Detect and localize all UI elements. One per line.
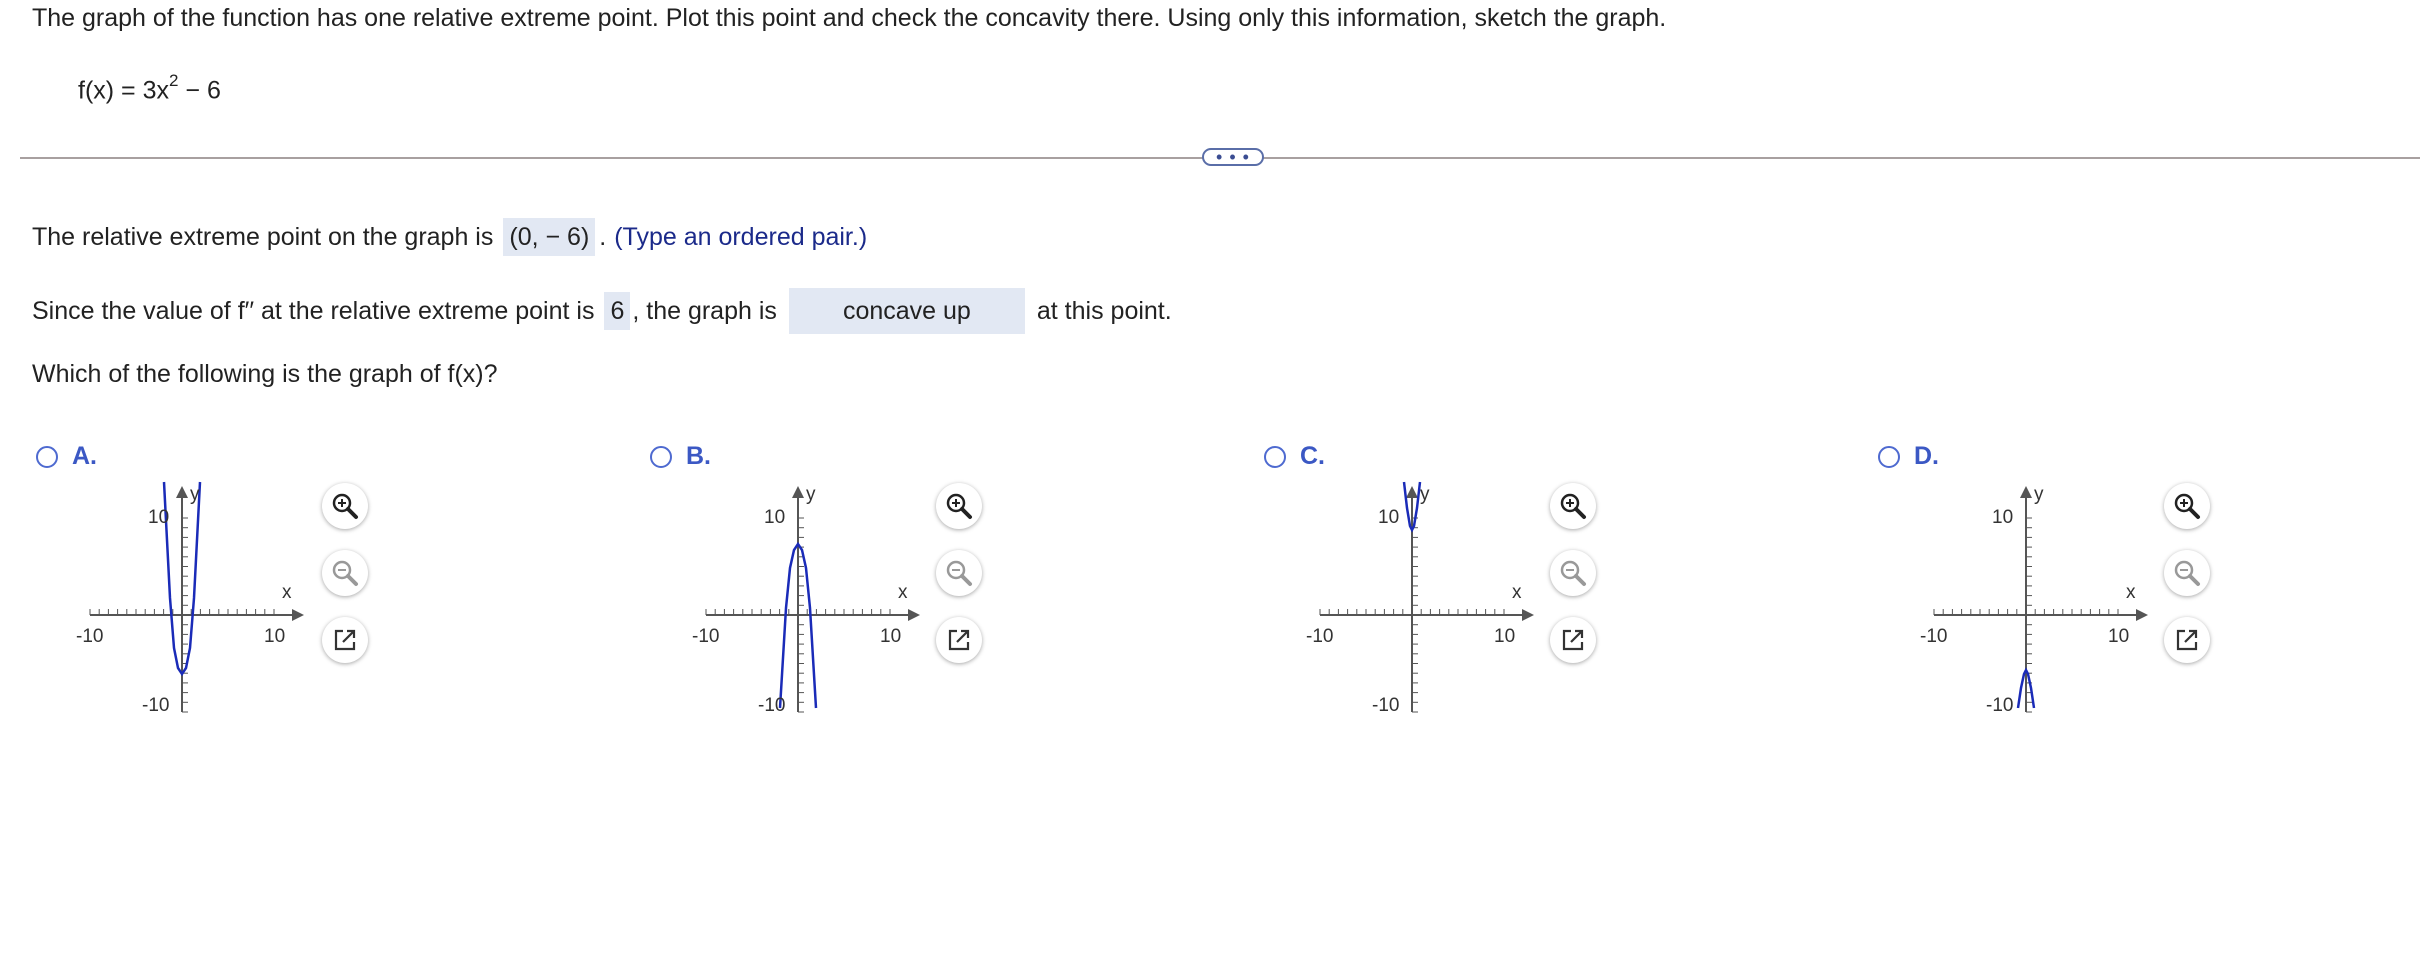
zoom-in-icon — [946, 493, 972, 519]
choice-b-graph: y x 10 -10 -10 10 — [692, 484, 920, 716]
choice-c[interactable]: C. — [1264, 442, 1325, 471]
choice-a-graph: y x 10 -10 -10 10 — [76, 481, 304, 716]
answer1-hint: (Type an ordered pair.) — [614, 222, 868, 251]
choice-b-radio[interactable] — [650, 445, 672, 468]
zoom-in-button-a[interactable] — [322, 483, 368, 529]
choice-d-x-right: 10 — [2108, 626, 2129, 647]
choice-c-x-left: -10 — [1306, 626, 1333, 647]
function-lhs: f(x) = 3x — [78, 76, 169, 105]
zoom-out-icon — [332, 560, 358, 586]
answer-line-concavity: Since the value of f′′ at the relative e… — [32, 288, 1172, 334]
choice-d-radio[interactable] — [1878, 445, 1900, 468]
zoom-in-icon — [2174, 493, 2200, 519]
open-graph-button-c[interactable] — [1550, 617, 1596, 663]
zoom-in-button-d[interactable] — [2164, 483, 2210, 529]
answer2-prefix: Since the value of f′′ at the relative e… — [32, 296, 595, 325]
choice-c-y-ticks — [1412, 517, 1418, 713]
choice-c-radio[interactable] — [1264, 445, 1286, 468]
open-graph-button-d[interactable] — [2164, 617, 2210, 663]
zoom-out-button-b[interactable] — [936, 550, 982, 596]
choice-a-x-right: 10 — [264, 626, 285, 647]
choice-d-x-left: -10 — [1920, 626, 1947, 647]
function-exponent: 2 — [169, 71, 179, 90]
choice-b-letter: B. — [686, 442, 711, 470]
second-derivative-answer-field[interactable]: 6 — [604, 292, 631, 330]
zoom-out-button-a[interactable] — [322, 550, 368, 596]
choice-b[interactable]: B. — [650, 442, 711, 471]
choice-a[interactable]: A. — [36, 442, 97, 471]
zoom-out-icon — [946, 560, 972, 586]
choice-c-y-top: 10 — [1378, 507, 1399, 528]
choice-c-letter: C. — [1300, 442, 1325, 470]
open-in-new-window-icon — [334, 629, 356, 651]
choice-a-x-label: x — [282, 582, 292, 603]
choice-c-x-right: 10 — [1494, 626, 1515, 647]
choice-d-x-label: x — [2126, 582, 2136, 603]
concavity-dropdown[interactable]: concave up — [788, 288, 1025, 334]
choice-d-letter: D. — [1914, 442, 1939, 470]
choice-b-x-ticks — [705, 609, 891, 615]
choice-d-x-ticks — [1933, 609, 2119, 615]
expand-button[interactable]: • • • — [1202, 148, 1264, 166]
zoom-in-button-c[interactable] — [1550, 483, 1596, 529]
open-in-new-window-icon — [2176, 629, 2198, 651]
zoom-in-button-b[interactable] — [936, 483, 982, 529]
zoom-out-button-d[interactable] — [2164, 550, 2210, 596]
choice-d[interactable]: D. — [1878, 442, 1939, 471]
choice-c-y-label: y — [1420, 484, 1430, 505]
choice-a-y-top: 10 — [148, 507, 169, 528]
choice-d-y-label: y — [2034, 484, 2044, 505]
function-rhs: − 6 — [178, 76, 221, 105]
choice-b-x-label: x — [898, 582, 908, 603]
answer1-suffix: . — [599, 222, 607, 251]
choice-c-x-label: x — [1512, 582, 1522, 603]
choice-d-y-bottom: -10 — [1986, 695, 2013, 716]
choice-b-x-right: 10 — [880, 626, 901, 647]
choice-c-x-ticks — [1319, 609, 1505, 615]
choice-c-y-bottom: -10 — [1372, 695, 1399, 716]
open-graph-button-a[interactable] — [322, 617, 368, 663]
answer2-suffix: at this point. — [1036, 296, 1172, 325]
zoom-in-icon — [1560, 493, 1586, 519]
open-graph-button-b[interactable] — [936, 617, 982, 663]
choice-b-y-top: 10 — [764, 507, 785, 528]
zoom-out-icon — [1560, 560, 1586, 586]
choice-a-x-left: -10 — [76, 626, 103, 647]
choice-c-graph: y x 10 -10 -10 10 — [1306, 481, 1534, 716]
function-expression: f(x) = 3x2 − 6 — [78, 68, 221, 106]
zoom-out-button-c[interactable] — [1550, 550, 1596, 596]
choice-a-y-bottom: -10 — [142, 695, 169, 716]
answer-line-extreme-point: The relative extreme point on the graph … — [32, 218, 867, 256]
choice-a-x-ticks — [89, 609, 275, 615]
choice-a-y-ticks — [182, 517, 188, 713]
choice-b-x-left: -10 — [692, 626, 719, 647]
extreme-point-answer-field[interactable]: (0, − 6) — [503, 218, 596, 256]
answer1-prefix: The relative extreme point on the graph … — [32, 222, 494, 251]
choice-d-axes — [1933, 486, 2148, 713]
choice-a-letter: A. — [72, 442, 97, 470]
choice-d-y-top: 10 — [1992, 507, 2013, 528]
choice-a-y-label: y — [190, 484, 200, 505]
choice-a-radio[interactable] — [36, 445, 58, 468]
open-in-new-window-icon — [948, 629, 970, 651]
choice-b-y-label: y — [806, 484, 816, 505]
answer2-middle: , the graph is — [632, 296, 777, 325]
zoom-out-icon — [2174, 560, 2200, 586]
choice-d-graph: y x 10 -10 -10 10 — [1920, 484, 2148, 716]
zoom-in-icon — [332, 493, 358, 519]
choice-b-y-bottom: -10 — [758, 695, 785, 716]
which-graph-question: Which of the following is the graph of f… — [32, 360, 498, 388]
open-in-new-window-icon — [1562, 629, 1584, 651]
question-prompt: The graph of the function has one relati… — [32, 4, 1667, 32]
choice-c-axes — [1319, 486, 1534, 713]
